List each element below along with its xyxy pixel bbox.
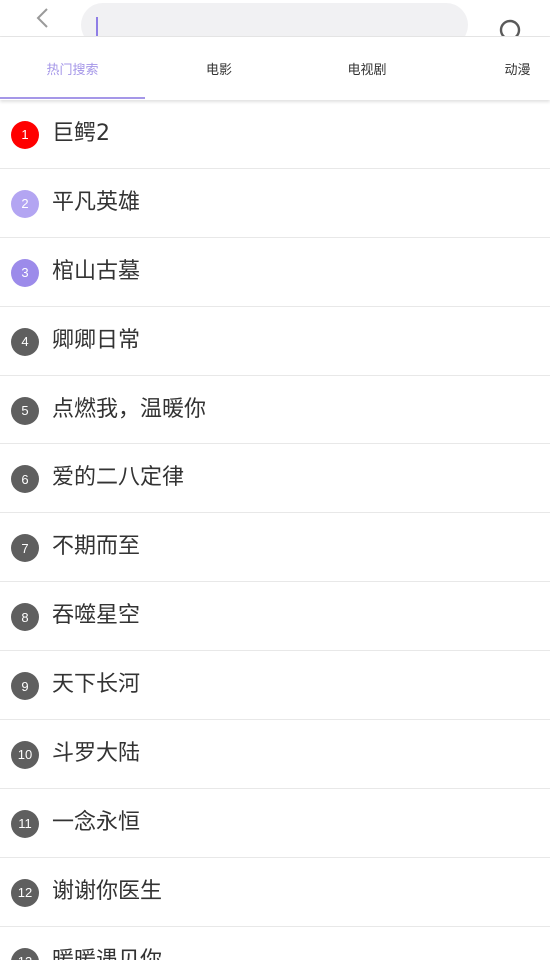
tab-label: 动漫: [504, 63, 531, 78]
rank-badge: 10: [11, 740, 39, 769]
item-title: 斗罗大陆: [52, 740, 141, 766]
list-item[interactable]: 2 平凡英雄: [0, 169, 550, 238]
rank-badge: 8: [11, 603, 39, 632]
list-item[interactable]: 3 棺山古墓: [0, 238, 550, 307]
item-title: 棺山古墓: [52, 258, 141, 284]
rank-badge: 7: [11, 534, 39, 563]
rank-badge: 5: [11, 396, 39, 425]
text-caret: [96, 17, 98, 36]
category-tabs: 热门搜索 电影 电视剧 动漫: [0, 37, 550, 100]
search-button[interactable]: [490, 0, 530, 36]
list-item[interactable]: 13 暖暖遇见你: [0, 927, 550, 960]
rank-badge: 9: [11, 672, 39, 701]
tab-label: 热门搜索: [46, 63, 99, 78]
rank-badge: 11: [11, 809, 39, 838]
item-title: 吞噬星空: [52, 603, 141, 629]
search-icon: [499, 19, 521, 36]
item-title: 卿卿日常: [52, 327, 141, 353]
tab-label: 电视剧: [347, 63, 387, 78]
item-title: 爱的二八定律: [52, 465, 185, 491]
list-item[interactable]: 5 点燃我，温暖你: [0, 376, 550, 445]
list-item[interactable]: 8 吞噬星空: [0, 582, 550, 652]
list-item[interactable]: 7 不期而至: [0, 513, 550, 583]
chevron-left-icon: [36, 8, 48, 28]
rank-badge: 6: [11, 465, 39, 494]
list-item[interactable]: 4 卿卿日常: [0, 307, 550, 376]
item-title: 天下长河: [52, 672, 141, 698]
list-item[interactable]: 11 一念永恒: [0, 789, 550, 858]
list-item[interactable]: 9 天下长河: [0, 651, 550, 721]
item-title: 巨鳄2: [52, 120, 110, 146]
item-title: 点燃我，温暖你: [52, 396, 207, 422]
item-title: 不期而至: [52, 534, 141, 560]
tab-tv-series[interactable]: 电视剧: [293, 37, 441, 100]
search-input[interactable]: [103, 11, 453, 36]
tab-movies[interactable]: 电影: [145, 37, 293, 100]
search-box[interactable]: [81, 3, 468, 36]
tab-label: 电影: [205, 63, 232, 78]
rank-badge: 13: [11, 947, 39, 960]
back-button[interactable]: [22, 0, 62, 36]
active-tab-indicator: [0, 97, 145, 99]
item-title: 一念永恒: [52, 809, 141, 835]
list-item[interactable]: 1 巨鳄2: [0, 100, 550, 169]
item-title: 谢谢你医生: [52, 878, 163, 904]
list-item[interactable]: 10 斗罗大陆: [0, 720, 550, 789]
rank-badge: 3: [11, 258, 39, 287]
page: 热门搜索 电影 电视剧 动漫 1 巨鳄2 2 平凡英雄 3 棺山古墓 4 卿卿日…: [0, 0, 550, 960]
rank-badge: 4: [11, 327, 39, 356]
item-title: 平凡英雄: [52, 189, 141, 215]
item-title: 暖暖遇见你: [52, 947, 162, 960]
search-header: [0, 0, 550, 37]
rank-badge: 2: [11, 189, 39, 218]
tab-anime[interactable]: 动漫: [490, 37, 545, 100]
rank-badge: 12: [11, 878, 39, 907]
hot-search-list: 1 巨鳄2 2 平凡英雄 3 棺山古墓 4 卿卿日常 5 点燃我，温暖你 6 爱…: [0, 100, 550, 960]
tab-hot-search[interactable]: 热门搜索: [0, 37, 145, 100]
list-item[interactable]: 6 爱的二八定律: [0, 444, 550, 514]
rank-badge: 1: [11, 120, 39, 149]
list-item[interactable]: 12 谢谢你医生: [0, 858, 550, 927]
